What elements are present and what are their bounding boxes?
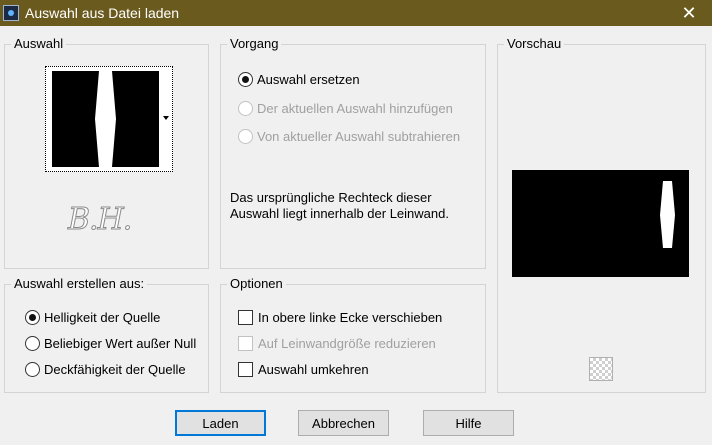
check-obere-linke-ecke[interactable]: In obere linke Ecke verschieben (238, 310, 442, 325)
abbrechen-button[interactable]: Abbrechen (298, 410, 389, 436)
title-bar: Auswahl aus Datei laden ✕ (0, 0, 712, 26)
radio-label: Der aktuellen Auswahl hinzufügen (257, 101, 453, 116)
optionen-group-label: Optionen (227, 276, 286, 292)
radio-label: Auswahl ersetzen (257, 72, 360, 87)
radio-label: Von aktueller Auswahl subtrahieren (257, 129, 461, 144)
radio-beliebiger-wert[interactable]: Beliebiger Wert außer Null (25, 336, 196, 351)
radio-button[interactable] (25, 362, 40, 377)
radio-label: Helligkeit der Quelle (44, 310, 161, 325)
info-text: Das ursprüngliche Rechteck dieser Auswah… (230, 190, 449, 221)
thumbnail-shape (95, 71, 116, 167)
radio-auswahl-subtrahieren: Von aktueller Auswahl subtrahieren (238, 129, 460, 144)
auswahl-group-label: Auswahl (11, 36, 67, 52)
checkbox-label: In obere linke Ecke verschieben (258, 310, 443, 325)
preview-shape (660, 181, 675, 248)
radio-auswahl-hinzufuegen: Der aktuellen Auswahl hinzufügen (238, 101, 453, 116)
erstellen-group-label: Auswahl erstellen aus: (11, 276, 148, 292)
chevron-down-icon[interactable] (163, 116, 169, 120)
radio-label: Beliebiger Wert außer Null (44, 336, 197, 351)
checkbox (238, 336, 253, 351)
vorgang-group-label: Vorgang (227, 36, 282, 52)
radio-button[interactable] (25, 336, 40, 351)
radio-button[interactable] (25, 310, 40, 325)
checkerboard-icon[interactable] (589, 357, 613, 381)
signature-logo: B.H. (67, 202, 132, 238)
radio-label: Deckfähigkeit der Quelle (44, 362, 186, 377)
check-leinwandgroesse: Auf Leinwandgröße reduzieren (238, 336, 436, 351)
radio-deckfaehigkeit[interactable]: Deckfähigkeit der Quelle (25, 362, 186, 377)
selection-thumbnail-image (52, 71, 159, 167)
radio-button[interactable] (238, 72, 253, 87)
checkbox-label: Auf Leinwandgröße reduzieren (258, 336, 436, 351)
radio-auswahl-ersetzen[interactable]: Auswahl ersetzen (238, 72, 360, 87)
checkbox[interactable] (238, 362, 253, 377)
checkbox-label: Auswahl umkehren (258, 362, 369, 377)
app-icon (3, 5, 19, 21)
vorschau-group-label: Vorschau (504, 36, 565, 52)
window-title: Auswahl aus Datei laden (25, 5, 180, 21)
hilfe-button[interactable]: Hilfe (423, 410, 514, 436)
radio-button (238, 101, 253, 116)
preview-image (512, 170, 689, 277)
radio-button (238, 129, 253, 144)
checkbox[interactable] (238, 310, 253, 325)
close-button[interactable]: ✕ (666, 0, 712, 26)
laden-button[interactable]: Laden (175, 410, 266, 436)
selection-thumbnail-dropdown[interactable] (45, 66, 173, 172)
check-auswahl-umkehren[interactable]: Auswahl umkehren (238, 362, 369, 377)
radio-helligkeit[interactable]: Helligkeit der Quelle (25, 310, 160, 325)
